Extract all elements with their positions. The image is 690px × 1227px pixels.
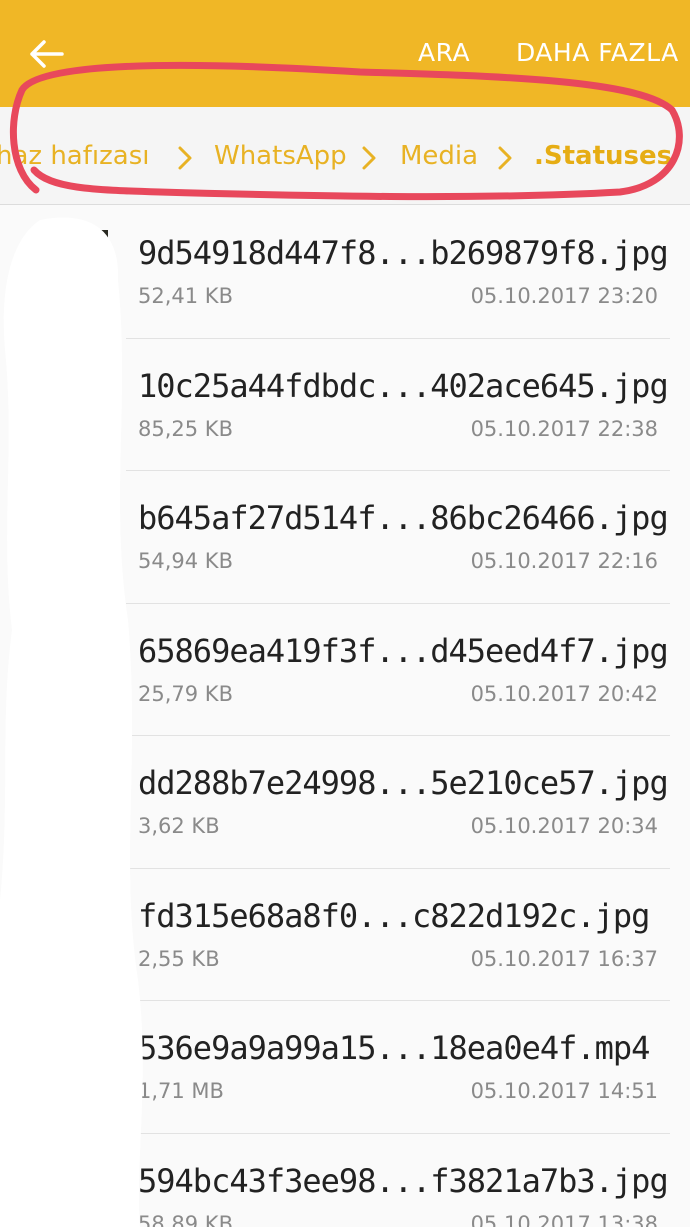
list-item[interactable]: fd315e68a8f0...c822d192c.jpg 2,55 KB 05.… — [0, 869, 690, 1001]
file-size: 2,55 KB — [138, 946, 220, 971]
file-list: 9d54918d447f8...b269879f8.jpg 52,41 KB 0… — [0, 206, 690, 1227]
file-name: b645af27d514f...86bc26466.jpg — [138, 499, 669, 537]
file-thumbnail — [30, 230, 108, 308]
file-name: 594bc43f3ee98...f3821a7b3.jpg — [138, 1161, 669, 1200]
list-item[interactable]: b645af27d514f...86bc26466.jpg 54,94 KB 0… — [0, 471, 690, 604]
file-name: 536e9a9a99a15...18ea0e4f.mp4 — [138, 1029, 650, 1067]
file-date: 05.10.2017 16:37 — [470, 946, 658, 971]
list-item[interactable]: dd288b7e24998...5e210ce57.jpg 3,62 KB 05… — [0, 736, 690, 869]
file-date: 05.10.2017 22:38 — [470, 416, 658, 441]
list-item[interactable]: 65869ea419f3f...d45eed4f7.jpg 25,79 KB 0… — [0, 604, 690, 736]
search-button[interactable]: ARA — [418, 38, 470, 67]
file-date: 05.10.2017 14:51 — [470, 1079, 658, 1103]
breadcrumb-item-media[interactable]: Media — [400, 141, 478, 171]
more-button[interactable]: DAHA FAZLA — [516, 38, 679, 67]
file-date: 05.10.2017 23:20 — [470, 284, 658, 308]
file-date: 05.10.2017 22:16 — [470, 549, 658, 573]
breadcrumb-item-whatsapp[interactable]: WhatsApp — [214, 141, 347, 171]
file-size: 3,62 KB — [138, 814, 220, 838]
app-bar: ARA DAHA FAZLA — [0, 0, 690, 107]
file-size: 58,89 KB — [138, 1211, 233, 1227]
file-name: 10c25a44fdbdc...402ace645.jpg — [138, 366, 669, 405]
file-name: fd315e68a8f0...c822d192c.jpg — [138, 896, 650, 935]
list-item[interactable]: 594bc43f3ee98...f3821a7b3.jpg 58,89 KB 0… — [0, 1134, 690, 1227]
chevron-right-icon — [362, 146, 376, 170]
file-date: 05.10.2017 20:34 — [470, 814, 658, 838]
list-item[interactable]: 536e9a9a99a15...18ea0e4f.mp4 1,71 MB 05.… — [0, 1001, 690, 1134]
file-name: 9d54918d447f8...b269879f8.jpg — [138, 234, 669, 272]
arrow-back-icon — [30, 40, 64, 68]
file-name: dd288b7e24998...5e210ce57.jpg — [138, 764, 669, 802]
file-date: 05.10.2017 20:42 — [470, 681, 658, 706]
list-item[interactable]: 9d54918d447f8...b269879f8.jpg 52,41 KB 0… — [0, 206, 690, 339]
breadcrumb: haz hafızası WhatsApp Media .Statuses — [0, 107, 690, 205]
list-item[interactable]: 10c25a44fdbdc...402ace645.jpg 85,25 KB 0… — [0, 339, 690, 471]
file-size: 54,94 KB — [138, 549, 233, 573]
file-size: 52,41 KB — [138, 284, 233, 308]
file-size: 1,71 MB — [138, 1079, 224, 1103]
file-name: 65869ea419f3f...d45eed4f7.jpg — [138, 631, 669, 670]
breadcrumb-item-storage[interactable]: haz hafızası — [0, 141, 149, 171]
file-size: 25,79 KB — [138, 681, 233, 706]
file-date: 05.10.2017 13:38 — [470, 1211, 658, 1227]
back-button[interactable] — [22, 30, 70, 78]
chevron-right-icon — [178, 146, 192, 170]
breadcrumb-item-statuses[interactable]: .Statuses — [534, 141, 672, 171]
file-size: 85,25 KB — [138, 416, 233, 441]
chevron-right-icon — [498, 146, 512, 170]
